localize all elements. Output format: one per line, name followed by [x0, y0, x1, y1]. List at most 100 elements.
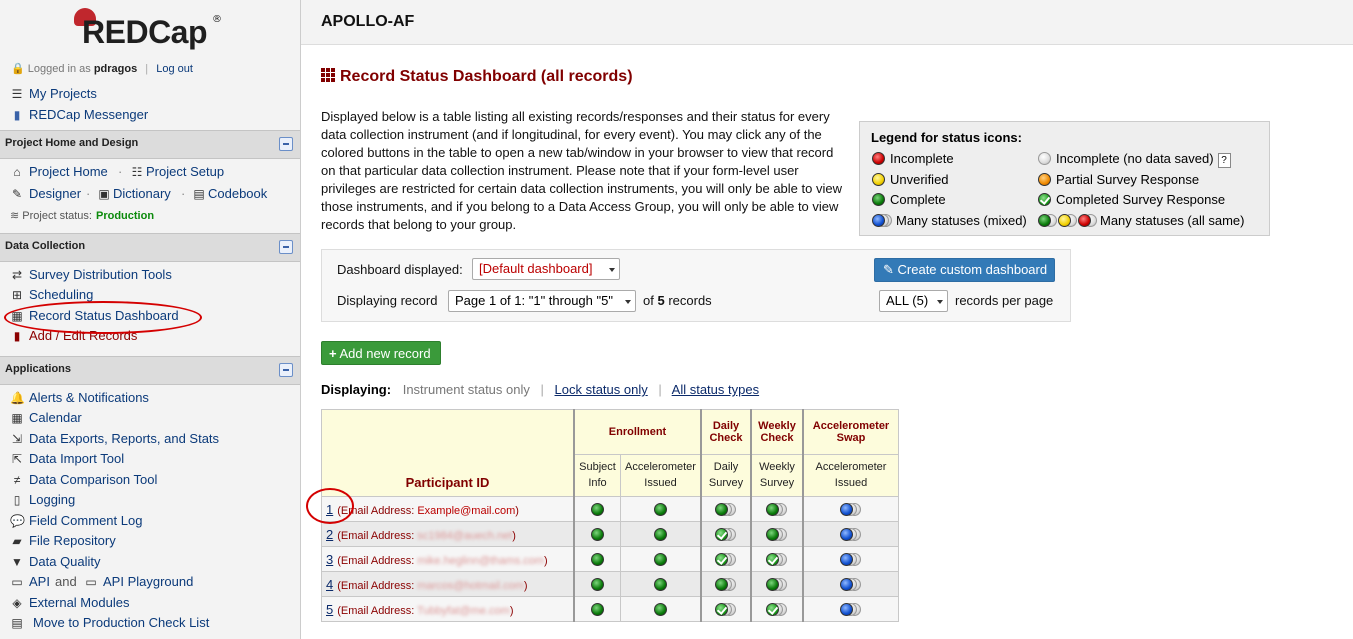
section-applications: Applications [0, 356, 300, 385]
data-comparison-link[interactable]: ≠ Data Comparison Tool [10, 472, 158, 487]
complete-status-icon[interactable] [591, 552, 604, 566]
dashboard-label: Dashboard displayed: [337, 262, 463, 277]
many-mixed-status-icon[interactable] [840, 577, 862, 591]
legend-label: Incomplete (no data saved) [1056, 151, 1214, 166]
messenger-label: REDCap Messenger [29, 107, 149, 122]
api-playground-label: API Playground [103, 574, 194, 589]
external-modules-label: External Modules [29, 595, 130, 610]
email-prefix: (Email Address: [337, 604, 415, 617]
status-cell [573, 496, 621, 522]
per-page-select[interactable]: ALL (5) [879, 290, 948, 312]
move-to-production-link[interactable]: ▤ Move to Production Check List [10, 615, 209, 630]
create-dashboard-button[interactable]: ✎ Create custom dashboard [874, 258, 1055, 282]
legend-label: Complete [890, 192, 946, 207]
complete-status-icon[interactable] [654, 602, 667, 616]
complete-status-icon[interactable] [591, 527, 604, 541]
collapse-icon[interactable] [279, 240, 293, 254]
status-cell [620, 596, 702, 622]
record-id-link[interactable]: 2 [326, 527, 333, 542]
record-id-link[interactable]: 4 [326, 577, 333, 592]
survey-distribution-link[interactable]: ⇄ Survey Distribution Tools [10, 267, 172, 282]
data-quality-label: Data Quality [29, 554, 101, 569]
scheduling-link[interactable]: ⊞ Scheduling [10, 287, 93, 302]
messenger-link[interactable]: ▮ REDCap Messenger [10, 107, 149, 122]
legend-completed-survey: Completed Survey Response [1038, 192, 1225, 207]
data-exports-link[interactable]: ⇲ Data Exports, Reports, and Stats [10, 431, 219, 446]
status-cell [802, 571, 899, 597]
alerts-link[interactable]: 🔔 Alerts & Notifications [10, 390, 149, 405]
redcap-logo[interactable]: REDCap ® [72, 8, 232, 52]
complete-status-icon[interactable] [654, 527, 667, 541]
dashboard-select[interactable]: [Default dashboard] [472, 258, 620, 280]
designer-link[interactable]: ✎ Designer [10, 186, 81, 201]
record-status-table: Participant ID Enrollment Daily Check We… [321, 409, 899, 622]
project-setup-link[interactable]: ☷ Project Setup [130, 164, 224, 179]
codebook-link[interactable]: ▤ Codebook [192, 186, 267, 201]
my-projects-link[interactable]: ☰ My Projects [10, 86, 97, 101]
login-info: 🔒 Logged in as pdragos | Log out [11, 62, 193, 75]
help-icon[interactable]: ? [1217, 153, 1231, 168]
many-complete-status-icon[interactable] [766, 527, 788, 541]
record-id-cell: 1 (Email Address: Example@mail.com) [321, 496, 575, 522]
legend-partial: Partial Survey Response [1038, 172, 1199, 187]
export-icon: ⇲ [11, 432, 23, 446]
create-dashboard-label: Create custom dashboard [897, 262, 1048, 277]
complete-status-icon[interactable] [654, 552, 667, 566]
many-mixed-status-icon[interactable] [840, 527, 862, 541]
file-repository-link[interactable]: ▰ File Repository [10, 533, 115, 548]
complete-status-icon[interactable] [654, 577, 667, 591]
displaying-record-label: Displaying record [337, 293, 438, 308]
many-complete-status-icon[interactable] [766, 502, 788, 516]
all-status-link[interactable]: All status types [672, 382, 759, 397]
many-mixed-status-icon[interactable] [840, 552, 862, 566]
add-new-record-button[interactable]: + Add new record [321, 341, 441, 365]
calendar-link[interactable]: ▦ Calendar [10, 410, 81, 425]
page-description: Displayed below is a table listing all e… [321, 109, 842, 232]
many-mixed-status-icon[interactable] [840, 502, 862, 516]
field-comment-log-link[interactable]: 💬 Field Comment Log [10, 513, 142, 528]
many-mixed-status-icon[interactable] [840, 602, 862, 616]
records-text: records [668, 293, 712, 308]
complete-status-icon[interactable] [591, 602, 604, 616]
complete-status-icon[interactable] [591, 502, 604, 516]
data-quality-link[interactable]: ▼ Data Quality [10, 554, 101, 569]
api-label: API [29, 574, 50, 589]
external-modules-link[interactable]: ◈ External Modules [10, 595, 129, 610]
many-survey-status-icon[interactable] [715, 552, 737, 566]
many-complete-status-icon[interactable] [766, 577, 788, 591]
api-link[interactable]: ▭ API [10, 574, 50, 589]
logged-in-label: Logged in as [27, 63, 91, 75]
table-row: 3 (Email Address: mike.heglinn@thams.com) [321, 546, 899, 572]
complete-status-icon[interactable] [654, 502, 667, 516]
page-title-text: Record Status Dashboard (all records) [340, 68, 633, 85]
record-id-link[interactable]: 5 [326, 602, 333, 617]
instrument-status-option: Instrument status only [402, 382, 530, 397]
data-comparison-label: Data Comparison Tool [29, 472, 158, 487]
legend-label: Many statuses (mixed) [896, 213, 1027, 228]
many-survey-status-icon[interactable] [715, 527, 737, 541]
dictionary-link[interactable]: ▣ Dictionary [97, 186, 170, 201]
status-cell [620, 546, 702, 572]
many-complete-status-icon[interactable] [715, 502, 737, 516]
status-cell [620, 496, 702, 522]
api-playground-link[interactable]: ▭ API Playground [84, 574, 193, 589]
record-id-link[interactable]: 3 [326, 552, 333, 567]
collapse-icon[interactable] [279, 137, 293, 151]
email-value: Tubbyfat@me.com [417, 604, 510, 617]
completed-survey-icon [1038, 193, 1051, 206]
complete-status-icon[interactable] [591, 577, 604, 591]
legend-label: Completed Survey Response [1056, 192, 1226, 207]
data-import-link[interactable]: ⇱ Data Import Tool [10, 451, 124, 466]
many-complete-status-icon[interactable] [715, 577, 737, 591]
page-select[interactable]: Page 1 of 1: "1" through "5" [448, 290, 636, 312]
many-survey-status-icon[interactable] [715, 602, 737, 616]
logout-link[interactable]: Log out [156, 63, 193, 75]
many-survey-status-icon[interactable] [766, 552, 788, 566]
display-options: Displaying: Instrument status only | Loc… [321, 382, 759, 397]
collapse-icon[interactable] [279, 363, 293, 377]
separator: | [145, 63, 149, 75]
project-home-link[interactable]: ⌂ Project Home [10, 164, 107, 179]
many-survey-status-icon[interactable] [766, 602, 788, 616]
logging-link[interactable]: ▯ Logging [10, 492, 76, 507]
lock-status-link[interactable]: Lock status only [555, 382, 648, 397]
